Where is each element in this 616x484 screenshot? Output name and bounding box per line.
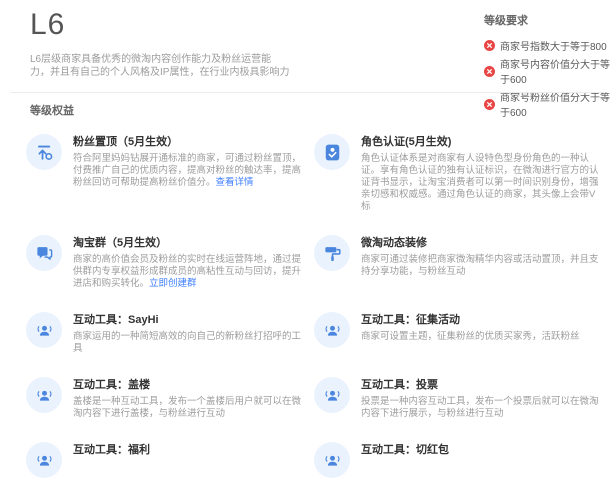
benefit-item: 角色认证(5月生效) 角色认证体系是对商家有人设特色型身份角色的一种认证。享有角… <box>314 134 602 213</box>
person-waves-icon <box>26 377 62 413</box>
requirement-text: 商家号指数大于等于800 <box>500 38 607 53</box>
requirement-item: 商家号粉丝价值分大于等于600 <box>484 89 616 119</box>
requirement-text: 商家号内容价值分大于等于600 <box>500 56 616 86</box>
benefit-title: 淘宝群（5月生效） <box>73 236 302 250</box>
benefit-title: 互动工具：SayHi <box>73 313 302 327</box>
benefit-link[interactable]: 立即创建群 <box>149 278 197 289</box>
error-x-icon <box>484 66 495 77</box>
error-x-icon <box>484 40 495 51</box>
level-description: L6层级商家具备优秀的微淘内容创作能力及粉丝运营能力，并且有自己的个人风格及IP… <box>30 54 290 79</box>
benefit-item: 互动工具：征集活动 商家可设置主题，征集粉丝的优质买家秀，活跃粉丝 <box>314 312 602 354</box>
requirement-item: 商家号指数大于等于800 <box>484 38 616 53</box>
benefit-description: 商家可通过装修把商家微淘精华内容或活动置顶，并且支持分享功能，与粉丝互动 <box>361 254 602 278</box>
benefit-description: 商家的高价值会员及粉丝的实时在线运营阵地，通过提供群内专享权益形成群成员的高粘性… <box>73 254 302 290</box>
benefit-link[interactable]: 查看详情 <box>216 177 254 188</box>
person-waves-icon <box>26 312 62 348</box>
benefit-description: 投票是一种内容互动工具，发布一个投票后就可以在微淘内容下进行展示，与粉丝进行互动 <box>361 396 602 420</box>
benefit-description: 商家可设置主题，征集粉丝的优质买家秀，活跃粉丝 <box>361 331 580 343</box>
benefit-item: 互动工具：盖楼 盖楼是一种互动工具，发布一个盖楼后用户就可以在微淘内容下进行盖楼… <box>26 377 302 420</box>
benefit-item: 粉丝置顶（5月生效） 符合阿里妈妈钻展开通标准的商家，可通过粉丝置顶，付费推广自… <box>26 134 302 189</box>
section-divider <box>10 92 604 93</box>
benefit-item: 互动工具：切红包 <box>314 442 602 484</box>
benefit-title: 互动工具：福利 <box>73 443 150 457</box>
benefit-title: 互动工具：盖楼 <box>73 378 302 392</box>
requirements-heading: 等级要求 <box>484 12 616 28</box>
benefit-item: 互动工具：SayHi 商家运用的一种简短高效的向自己的新粉丝打招呼的工具 <box>26 312 302 355</box>
benefit-title: 互动工具：征集活动 <box>361 313 580 327</box>
benefit-description: 符合阿里妈妈钻展开通标准的商家，可通过粉丝置顶，付费推广自己的优质内容，提高对粉… <box>73 153 302 189</box>
paint-roller-icon <box>314 235 350 271</box>
person-waves-icon <box>314 312 350 348</box>
benefits-grid: 粉丝置顶（5月生效） 符合阿里妈妈钻展开通标准的商家，可通过粉丝置顶，付费推广自… <box>26 134 602 484</box>
pin-top-icon <box>26 134 62 170</box>
benefit-item: 互动工具：福利 <box>26 442 302 484</box>
badge-check-icon <box>314 134 350 170</box>
person-waves-icon <box>314 442 350 478</box>
benefit-item: 微淘动态装修 商家可通过装修把商家微淘精华内容或活动置顶，并且支持分享功能，与粉… <box>314 235 602 278</box>
page-title: L6 <box>30 8 65 42</box>
error-x-icon <box>484 99 495 110</box>
merchant-level-page: L6 L6层级商家具备优秀的微淘内容创作能力及粉丝运营能力，并且有自己的个人风格… <box>0 0 616 437</box>
benefit-description: 商家运用的一种简短高效的向自己的新粉丝打招呼的工具 <box>73 331 302 355</box>
chat-bubbles-icon <box>26 235 62 271</box>
requirements-section: 等级要求 商家号指数大于等于800 商家号内容价值分大于等于600 商家号粉丝价… <box>484 12 616 122</box>
requirement-item: 商家号内容价值分大于等于600 <box>484 56 616 86</box>
benefit-title: 互动工具：切红包 <box>361 443 449 457</box>
benefit-title: 微淘动态装修 <box>361 236 602 250</box>
benefit-description: 盖楼是一种互动工具，发布一个盖楼后用户就可以在微淘内容下进行盖楼，与粉丝进行互动 <box>73 396 302 420</box>
benefit-item: 淘宝群（5月生效） 商家的高价值会员及粉丝的实时在线运营阵地，通过提供群内专享权… <box>26 235 302 290</box>
requirements-list: 商家号指数大于等于800 商家号内容价值分大于等于600 商家号粉丝价值分大于等… <box>484 38 616 119</box>
benefits-heading: 等级权益 <box>30 102 74 118</box>
requirement-text: 商家号粉丝价值分大于等于600 <box>500 89 616 119</box>
person-waves-icon <box>26 442 62 478</box>
benefit-item: 互动工具：投票 投票是一种内容互动工具，发布一个投票后就可以在微淘内容下进行展示… <box>314 377 602 420</box>
person-waves-icon <box>314 377 350 413</box>
benefit-description: 角色认证体系是对商家有人设特色型身份角色的一种认证。享有角色认证的独有认证标识，… <box>361 153 602 213</box>
benefit-title: 角色认证(5月生效) <box>361 135 602 149</box>
benefit-title: 粉丝置顶（5月生效） <box>73 135 302 149</box>
benefit-title: 互动工具：投票 <box>361 378 602 392</box>
